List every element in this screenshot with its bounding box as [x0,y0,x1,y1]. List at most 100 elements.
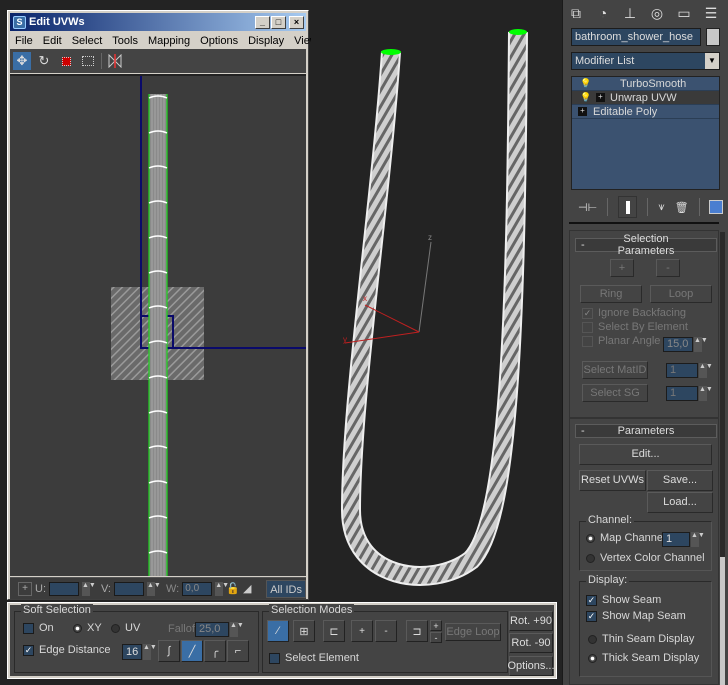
uv-strip[interactable] [148,94,168,576]
sg-spinner[interactable]: ▲▼ [699,386,713,401]
map-channel-radio[interactable]: Map Channel: [586,532,669,544]
options-button[interactable]: Options... [507,656,555,676]
sg-input[interactable]: 1 [666,386,698,401]
select-element-checkbox[interactable]: Select Element [269,652,359,664]
mirror-icon[interactable] [106,52,124,70]
stack-item-turbosmooth[interactable]: 💡 TurboSmooth [572,77,719,91]
shrink-button[interactable]: - [656,259,680,277]
select-by-element-checkbox[interactable]: Select By Element [582,321,688,333]
radio[interactable] [73,623,82,633]
ignore-backfacing-checkbox[interactable]: ✓ Ignore Backfacing [582,307,686,319]
loop-shrink-button[interactable]: - [430,632,442,643]
maximize-button[interactable]: □ [271,15,286,29]
falloff-input[interactable]: 25,0 [195,622,229,637]
selected-end-right[interactable] [509,29,527,35]
planar-angle-input[interactable]: 15,0 [663,337,693,352]
rollout-header-selection-parameters[interactable]: - Selection Parameters [575,233,717,257]
rotate-minus-90-button[interactable]: Rot. -90 [509,633,553,653]
paint-icon[interactable]: ◢ [243,582,251,595]
hierarchy-icon[interactable]: ⊥ [619,2,641,24]
loop-grow-button[interactable]: + [430,620,442,631]
checkbox[interactable]: ✓ [582,307,593,319]
show-seam-checkbox[interactable]: ✓ Show Seam [586,594,661,606]
planar-angle-checkbox[interactable]: Planar Angle [582,335,660,347]
vertex-mode-icon[interactable]: ⁄ [267,620,289,642]
falloff-fastout-icon[interactable]: ⌐ [227,640,249,662]
reset-uvws-button[interactable]: Reset UVWs [579,470,646,491]
remove-modifier-icon[interactable]: 🗑 [675,201,689,214]
v-input[interactable] [114,581,144,596]
rollout-header-parameters[interactable]: - Parameters [575,424,717,438]
object-color-swatch[interactable] [706,28,720,46]
menu-file[interactable]: File [10,35,38,47]
checkbox[interactable]: ✓ [586,610,597,622]
checkbox[interactable] [23,622,34,634]
checkbox[interactable]: ✓ [23,644,34,656]
loop-selection-icon[interactable]: ⊐ [406,620,428,642]
checkbox[interactable] [582,321,593,333]
show-end-result-icon[interactable] [618,196,638,218]
u-input[interactable] [49,581,79,596]
radio[interactable] [588,653,597,663]
contract-selection-button[interactable]: - [375,620,397,642]
all-ids-dropdown[interactable]: All IDs [266,579,306,598]
matid-spinner[interactable]: ▲▼ [699,363,713,378]
uv-radio[interactable]: UV [111,622,140,634]
radio[interactable] [586,533,595,543]
scale-icon[interactable] [57,52,75,70]
menu-tools[interactable]: Tools [107,35,143,47]
selected-end-left[interactable] [381,49,401,55]
scrollbar-thumb[interactable] [720,557,725,685]
stack-item-unwrap-uvw[interactable]: 💡 + Unwrap UVW [572,91,719,105]
window-title-bar[interactable]: S Edit UVWs _ □ × [10,13,306,31]
checkbox[interactable] [269,652,280,664]
radio[interactable] [588,634,597,644]
stack-item-editable-poly[interactable]: + Editable Poly [572,105,719,119]
object-name-input[interactable]: bathroom_shower_hose [571,28,701,46]
lock-icon[interactable]: 🔓 [226,582,240,595]
v-spinner[interactable]: ▲▼ [147,581,161,596]
vertex-color-channel-radio[interactable]: Vertex Color Channel [586,552,705,564]
save-button[interactable]: Save... [647,470,713,491]
perspective-viewport[interactable]: z x y [311,0,561,600]
edge-distance-spinner[interactable]: ▲▼ [143,644,157,660]
select-matid-button[interactable]: Select MatID [582,361,648,379]
load-button[interactable]: Load... [647,492,713,513]
pin-stack-icon[interactable]: ⊣⊢ [578,201,597,214]
soft-selection-on-checkbox[interactable]: On [23,622,54,634]
thick-seam-radio[interactable]: Thick Seam Display [588,652,699,664]
falloff-linear-icon[interactable]: ╱ [181,640,203,662]
menu-edit[interactable]: Edit [38,35,67,47]
map-channel-spinner[interactable]: ▲▼ [691,532,705,547]
edge-loop-button[interactable]: Edge Loop [445,623,501,641]
freeform-icon[interactable] [79,52,97,70]
absolute-mode-icon[interactable]: + [18,581,32,596]
face-mode-icon[interactable]: ⊏ [323,620,345,642]
configure-sets-icon[interactable] [709,200,723,214]
rotate-plus-90-button[interactable]: Rot. +90 [509,611,553,631]
create-icon[interactable]: ⧉ [565,2,587,24]
xy-radio[interactable]: XY [73,622,102,634]
map-channel-input[interactable]: 1 [662,532,690,547]
checkbox[interactable]: ✓ [586,594,597,606]
menu-display[interactable]: Display [243,35,289,47]
grow-button[interactable]: + [610,259,634,277]
modify-icon[interactable]: ◔ [592,2,614,24]
modifier-list-dropdown[interactable]: Modifier List ▼ [571,52,720,70]
uv-editor-viewport[interactable] [10,74,306,576]
radio[interactable] [586,553,595,563]
falloff-slowout-icon[interactable]: ╭ [204,640,226,662]
radio[interactable] [111,623,120,633]
rotate-icon[interactable]: ↻ [35,52,53,70]
loop-button[interactable]: Loop [650,285,712,303]
display-icon[interactable]: ▭ [673,2,695,24]
edge-distance-checkbox[interactable]: ✓ Edge Distance [23,644,111,656]
make-unique-icon[interactable]: ⩛ [658,201,664,214]
edge-distance-input[interactable]: 16 [122,644,142,660]
expand-selection-button[interactable]: + [351,620,373,642]
close-button[interactable]: × [289,15,304,29]
lightbulb-icon[interactable]: 💡 [580,78,596,89]
show-map-seam-checkbox[interactable]: ✓ Show Map Seam [586,610,686,622]
move-icon[interactable]: ✥ [13,52,31,70]
w-spinner[interactable]: ▲▼ [215,581,229,596]
